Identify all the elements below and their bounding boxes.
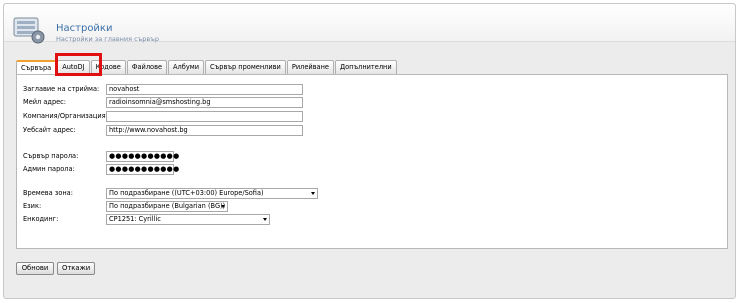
encoding-select[interactable]: CP1251: Cyrillic — [106, 214, 270, 225]
settings-window: Настройки Настройки за главния сървър Съ… — [3, 3, 736, 299]
page-subtitle: Настройки за главния сървър — [56, 35, 159, 43]
save-button[interactable]: Обнови — [16, 262, 54, 275]
chevron-down-icon — [263, 218, 267, 221]
website-label: Уебсайт адрес: — [23, 126, 76, 134]
server-password-input[interactable]: ●●●●●●●●●●● — [106, 151, 179, 162]
tab-files[interactable]: Файлове — [126, 60, 168, 74]
admin-password-input[interactable]: ●●●●●●●●●●● — [106, 164, 179, 175]
company-input[interactable] — [106, 111, 303, 122]
tab-server-variables[interactable]: Сървър променливи — [205, 60, 286, 74]
server-password-label: Сървър парола: — [23, 152, 79, 160]
website-input[interactable]: http://www.novahost.bg — [106, 125, 303, 136]
language-value: По подразбиране (Bulgarian (BG)) — [109, 202, 226, 210]
tab-additional[interactable]: Допълнителни — [334, 60, 397, 74]
stream-title-label: Заглавие на стрийма: — [23, 85, 100, 93]
language-select[interactable]: По подразбиране (Bulgarian (BG)) — [106, 201, 228, 212]
encoding-value: CP1251: Cyrillic — [109, 215, 161, 223]
encoding-label: Енкодинг: — [23, 215, 59, 223]
tab-server[interactable]: Сървъра — [16, 60, 57, 75]
settings-panel: Заглавие на стрийма: novahost Мейл адрес… — [16, 74, 728, 249]
timezone-label: Времева зона: — [23, 189, 73, 197]
timezone-value: По подразбиране ((UTC+03:00) Europe/Sofi… — [109, 189, 264, 197]
chevron-down-icon — [221, 205, 225, 208]
chevron-down-icon — [311, 192, 315, 195]
page-title: Настройки — [56, 23, 113, 34]
company-label: Компания/Организация: — [23, 112, 108, 120]
cancel-button[interactable]: Откажи — [57, 262, 95, 275]
language-label: Език: — [23, 202, 42, 210]
email-label: Мейл адрес: — [23, 98, 67, 106]
admin-password-label: Админ парола: — [23, 165, 75, 173]
tab-relaying[interactable]: Рилейване — [286, 60, 334, 74]
page-header: Настройки Настройки за главния сървър — [4, 4, 735, 44]
stream-title-input[interactable]: novahost — [106, 84, 303, 95]
highlight-box — [55, 53, 102, 76]
timezone-select[interactable]: По подразбиране ((UTC+03:00) Europe/Sofi… — [106, 188, 318, 199]
settings-server-icon — [13, 17, 45, 44]
tab-albums[interactable]: Албуми — [168, 60, 205, 74]
email-input[interactable]: radioinsomnia@smshosting.bg — [106, 97, 303, 108]
